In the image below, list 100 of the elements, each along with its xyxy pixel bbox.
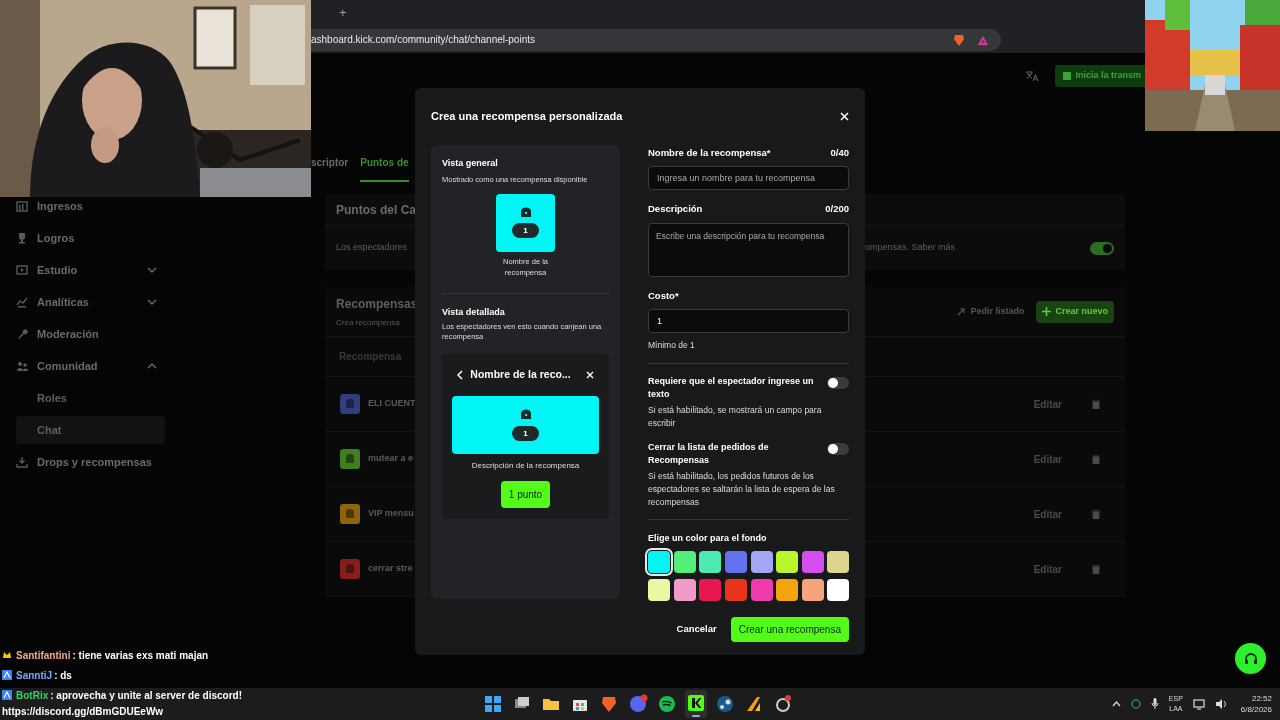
- character-counter: 0/200: [825, 202, 849, 217]
- sidebar-item[interactable]: Comunidad: [16, 357, 165, 375]
- edit-button[interactable]: Editar: [1033, 561, 1062, 577]
- cancel-button[interactable]: Cancelar: [674, 622, 719, 637]
- clock-date[interactable]: 6/8/2026: [1240, 704, 1272, 715]
- toggle-label: Cerrar la lista de pedidos de Recompensas: [648, 440, 770, 467]
- color-swatch[interactable]: [801, 551, 824, 573]
- points-button[interactable]: 1 punto: [500, 481, 551, 509]
- taskbar-button[interactable]: [685, 690, 707, 718]
- dialog-title: Crea una recompensa personalizada: [431, 109, 623, 125]
- section-title: Vista general: [442, 157, 499, 170]
- color-swatch[interactable]: [776, 551, 799, 573]
- color-swatch[interactable]: [827, 551, 850, 573]
- toggle-description: Si está habilitado, los pedidos futuros de los espectadores se saltarán la lista de espera de las recompensas: [648, 469, 836, 509]
- trophy-icon: [16, 232, 28, 244]
- headset-icon: [1242, 650, 1259, 667]
- toggle-label: Requiere que el espectador ingrese un texto: [648, 374, 815, 401]
- edit-button[interactable]: Editar: [1033, 506, 1062, 522]
- new-tab-button[interactable]: +: [335, 3, 351, 23]
- income-icon: [16, 200, 28, 212]
- color-swatch[interactable]: [699, 579, 722, 601]
- description-field[interactable]: Escribe una descripción para tu recompensa: [648, 222, 849, 277]
- color-swatch[interactable]: [724, 551, 747, 573]
- edit-button[interactable]: Editar: [1033, 451, 1062, 467]
- color-swatch[interactable]: [673, 551, 696, 573]
- color-swatch[interactable]: [648, 551, 670, 573]
- page-tab[interactable]: scriptor: [311, 155, 349, 182]
- logo-icon: [1063, 72, 1072, 80]
- toggle-switch[interactable]: [1090, 241, 1114, 255]
- color-swatch[interactable]: [750, 551, 773, 573]
- color-swatch[interactable]: [648, 579, 670, 601]
- sidebar-item[interactable]: Moderación: [16, 325, 165, 343]
- page-tab[interactable]: Puntos de: [360, 155, 409, 182]
- field-label: Descripción: [648, 202, 703, 217]
- badge-icon: [2, 670, 12, 680]
- color-swatch[interactable]: [673, 579, 696, 601]
- color-swatch[interactable]: [724, 579, 747, 601]
- chevron-down-icon[interactable]: [147, 299, 157, 305]
- sidebar-item[interactable]: Drops y recompensas: [16, 453, 165, 471]
- sidebar-subitem[interactable]: Chat: [16, 416, 165, 444]
- chest-icon: [519, 409, 532, 420]
- chat-username: SanntiJ: [16, 668, 53, 683]
- chat-username: Santifantini: [16, 648, 71, 663]
- input-field[interactable]: Ingresa un nombre para tu recompensa: [648, 166, 849, 191]
- chat-message: : tiene varias exs mati majan: [72, 648, 209, 663]
- speaker-icon[interactable]: [1214, 699, 1227, 709]
- close-icon[interactable]: [585, 371, 594, 380]
- film-icon: [16, 264, 28, 276]
- back-chevron-icon[interactable]: [457, 370, 464, 381]
- close-icon[interactable]: [840, 112, 849, 121]
- color-swatch[interactable]: [750, 579, 773, 601]
- status-circle-icon[interactable]: [1130, 699, 1141, 709]
- request-list-button[interactable]: Pedir listado: [956, 304, 1025, 319]
- sidebar-item[interactable]: Estudio: [16, 261, 165, 279]
- plus-icon: [1042, 307, 1052, 316]
- people-icon: [16, 360, 28, 372]
- translate-icon[interactable]: [1025, 70, 1040, 82]
- reward-description: Descripción de la recompensa: [471, 460, 580, 473]
- sidebar-subitem[interactable]: Roles: [16, 384, 165, 412]
- chest-icon: [519, 207, 532, 218]
- network-icon[interactable]: [1192, 698, 1205, 710]
- chat-message: : ds: [54, 668, 72, 683]
- color-picker-label: Elige un color para el fondo: [648, 531, 768, 545]
- chart-icon: [16, 296, 28, 308]
- create-new-button[interactable]: Crear nuevo: [1036, 300, 1114, 323]
- section-title: Vista detallada: [442, 305, 506, 319]
- color-swatch[interactable]: [801, 579, 824, 601]
- badge-icon: [2, 690, 12, 700]
- field-label: Nombre de la recompensa*: [648, 146, 771, 160]
- field-label: Costo*: [648, 288, 679, 303]
- sidebar-item[interactable]: Analíticas: [16, 293, 165, 311]
- go-live-button[interactable]: Inicia la transm: [1055, 65, 1145, 87]
- clock-time[interactable]: 22:52: [1251, 693, 1272, 704]
- chat-bubble-icon: [627, 693, 649, 715]
- address-bar[interactable]: ashboard.kick.com/community/chat/channel-points: [311, 28, 1001, 51]
- toggle-switch[interactable]: [827, 442, 849, 455]
- input-field[interactable]: 1: [648, 308, 849, 333]
- chat-username: BotRix: [16, 688, 49, 703]
- chat-message: https://discord.gg/dBmGDUEeWw: [2, 705, 165, 719]
- download-icon: [16, 456, 28, 468]
- chat-message: : aprovecha y unite al server de discord!: [50, 688, 242, 703]
- color-swatch[interactable]: [776, 579, 799, 601]
- color-swatch[interactable]: [699, 551, 722, 573]
- chevron-down-icon[interactable]: [147, 267, 157, 273]
- microphone-icon[interactable]: [1150, 698, 1159, 710]
- arrow-out-icon: [956, 306, 967, 317]
- color-swatch[interactable]: [827, 579, 850, 601]
- character-counter: 0/40: [830, 146, 849, 160]
- cost-pill: 1: [512, 223, 539, 239]
- cost-pill: 1: [512, 426, 539, 442]
- badge-icon: [2, 650, 12, 660]
- sidebar-item[interactable]: Logros: [16, 229, 165, 247]
- sidebar-item[interactable]: Ingresos: [16, 197, 165, 215]
- circle-waves-icon: [656, 693, 678, 715]
- create-reward-button[interactable]: Crear una recompensa: [730, 617, 849, 642]
- toggle-description: Si está habilitado, se mostrará un campo para escribir: [648, 403, 823, 430]
- edit-button[interactable]: Editar: [1033, 396, 1062, 412]
- start-icon: [482, 693, 504, 715]
- field-hint: Mínimo de 1: [648, 338, 696, 352]
- toggle-switch[interactable]: [827, 376, 849, 389]
